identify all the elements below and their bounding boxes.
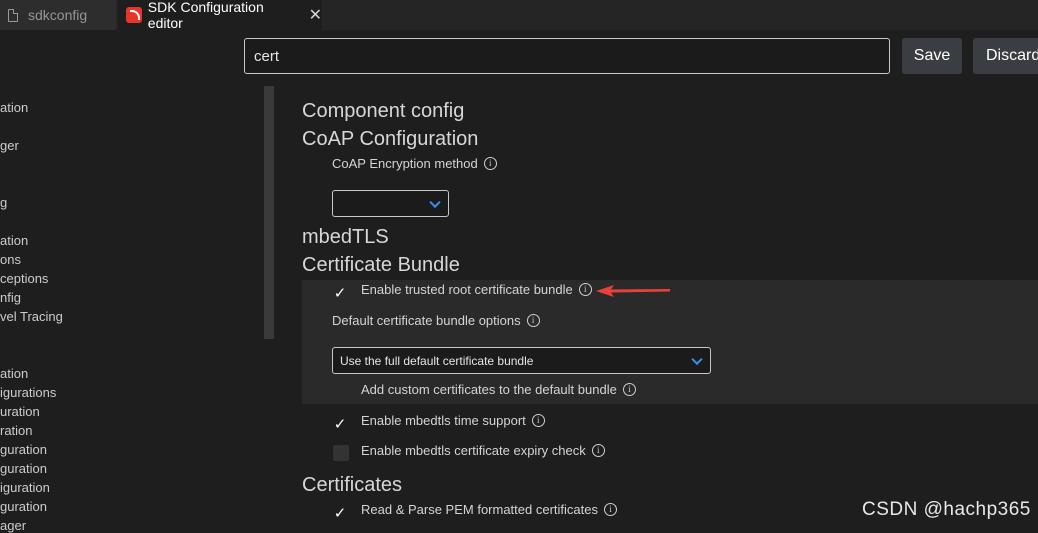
enable-trusted-bundle-checkbox[interactable]: ✓ — [332, 286, 348, 302]
sidebar-item[interactable]: nfig — [0, 290, 21, 305]
chevron-down-icon — [691, 353, 703, 365]
coap-encryption-option: CoAP Encryption method i — [332, 156, 497, 171]
read-parse-pem-option: Read & Parse PEM formatted certificates … — [361, 502, 617, 517]
sidebar-item[interactable]: ation — [0, 233, 28, 248]
section-heading-mbedtls: mbedTLS — [302, 226, 389, 248]
info-icon[interactable]: i — [526, 314, 540, 327]
mbedtls-time-support-checkbox[interactable]: ✓ — [332, 417, 348, 433]
tab-label: sdkconfig — [28, 7, 88, 23]
cert-expiry-check-checkbox[interactable] — [333, 445, 349, 461]
sidebar-item[interactable]: ration — [0, 423, 33, 438]
close-icon[interactable]: ✕ — [309, 5, 322, 25]
sidebar-item[interactable]: ger — [0, 138, 19, 153]
section-heading-cert-bundle: Certificate Bundle — [302, 254, 460, 276]
info-icon[interactable]: i — [591, 444, 605, 457]
file-icon — [8, 8, 18, 22]
option-label: Default certificate bundle options — [332, 313, 521, 328]
sidebar-scrollbar[interactable] — [264, 86, 274, 339]
sidebar-item[interactable]: guration — [0, 499, 47, 514]
tab-bar: sdkconfig SDK Configuration editor ✕ — [0, 0, 1038, 31]
enable-trusted-bundle-option: Enable trusted root certificate bundle i — [361, 282, 592, 297]
sidebar-item[interactable]: guration — [0, 442, 47, 457]
section-heading-component-config: Component config — [302, 100, 465, 122]
sidebar-item[interactable]: ation — [0, 366, 28, 381]
chevron-down-icon — [429, 196, 441, 208]
cert-expiry-check-option: Enable mbedtls certificate expiry check … — [361, 443, 605, 458]
sidebar-item[interactable]: ager — [0, 518, 26, 533]
sidebar-item[interactable]: igurations — [0, 385, 56, 400]
section-heading-certificates: Certificates — [302, 474, 403, 496]
sidebar-item[interactable]: uration — [0, 404, 40, 419]
default-bundle-options-option: Default certificate bundle options i — [332, 313, 540, 328]
read-parse-pem-checkbox[interactable]: ✓ — [332, 506, 348, 522]
discard-button[interactable]: Discard — [973, 38, 1038, 74]
sidebar-item[interactable]: ceptions — [0, 271, 48, 286]
save-button[interactable]: Save — [902, 38, 962, 74]
tab-sdkconfig[interactable]: sdkconfig — [0, 0, 116, 30]
option-label: Enable mbedtls certificate expiry check — [361, 443, 586, 458]
select-value: Use the full default certificate bundle — [340, 353, 534, 368]
coap-encryption-select[interactable] — [332, 190, 449, 217]
tab-sdk-configuration-editor[interactable]: SDK Configuration editor ✕ — [118, 0, 322, 31]
option-label: Enable mbedtls time support — [361, 413, 526, 428]
sidebar-item[interactable]: vel Tracing — [0, 309, 63, 324]
info-icon[interactable]: i — [603, 503, 617, 516]
info-icon[interactable]: i — [622, 383, 636, 396]
sidebar-item[interactable]: guration — [0, 461, 47, 476]
info-icon[interactable]: i — [531, 414, 545, 427]
sidebar-item[interactable]: g — [0, 195, 7, 210]
sidebar: ation ger g ation ons ceptions nfig vel … — [0, 30, 262, 533]
default-bundle-options-select[interactable]: Use the full default certificate bundle — [332, 347, 711, 374]
tab-label: SDK Configuration editor — [147, 0, 264, 31]
option-label: Enable trusted root certificate bundle — [361, 282, 573, 297]
add-custom-certs-option: Add custom certificates to the default b… — [361, 382, 636, 397]
option-label: Read & Parse PEM formatted certificates — [361, 502, 598, 517]
watermark: CSDN @hachp365 — [862, 499, 1031, 520]
mbedtls-time-support-option: Enable mbedtls time support i — [361, 413, 545, 428]
espressif-icon — [126, 7, 142, 23]
option-label: CoAP Encryption method — [332, 156, 478, 171]
option-label: Add custom certificates to the default b… — [361, 382, 617, 397]
sidebar-item[interactable]: ons — [0, 252, 21, 267]
search-input[interactable] — [244, 38, 890, 74]
section-heading-coap: CoAP Configuration — [302, 128, 479, 150]
info-icon[interactable]: i — [578, 283, 592, 296]
annotation-arrow — [596, 285, 670, 297]
sidebar-item[interactable]: ation — [0, 100, 28, 115]
info-icon[interactable]: i — [483, 157, 497, 170]
sidebar-item[interactable]: iguration — [0, 480, 50, 495]
